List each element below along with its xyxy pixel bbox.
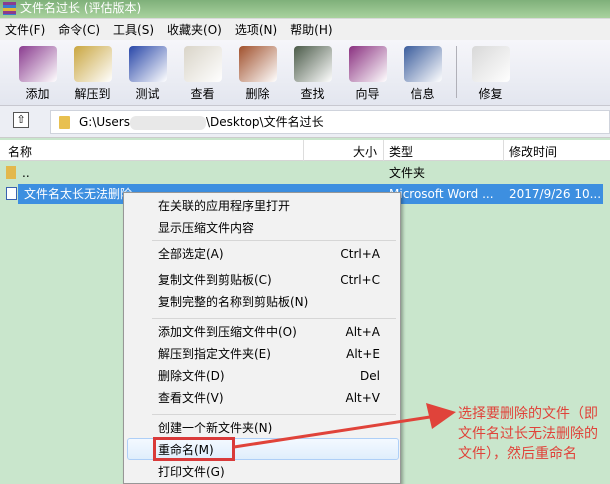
path-suffix: \Desktop\文件名过长 — [206, 115, 324, 129]
menu-shortcut: Ctrl+C — [340, 273, 380, 287]
window-title: 文件名过长 (评估版本) — [20, 1, 142, 15]
menu-commands[interactable]: 命令(C) — [58, 21, 100, 38]
toolbar-button-find[interactable]: 查找 — [285, 40, 340, 105]
toolbar-button-repair[interactable]: 修复 — [463, 40, 518, 105]
context-menu-item[interactable]: 打印文件(G) — [158, 462, 225, 482]
add-archive-icon — [18, 46, 57, 82]
menu-shortcut: Alt+A — [345, 325, 380, 339]
toolbar-label: 解压到 — [74, 87, 111, 101]
annotation-text: 选择要删除的文件（即文件名过长无法删除的文件），然后重命名 — [458, 406, 598, 462]
toolbar-button-wizard[interactable]: 向导 — [340, 40, 395, 105]
context-menu-item[interactable]: 复制文件到剪贴板(C) — [158, 270, 272, 290]
list-item-parent[interactable]: .. 文件夹 — [0, 163, 610, 183]
row-type: Microsoft Word ... — [389, 187, 494, 201]
path-field[interactable]: G:\Users \Desktop\文件名过长 — [50, 110, 610, 134]
context-menu-item[interactable]: 在关联的应用程序里打开 — [158, 196, 290, 216]
repair-icon — [471, 46, 510, 82]
column-size[interactable]: 大小 — [353, 143, 377, 160]
toolbar-button-extract[interactable]: 解压到 — [65, 40, 120, 105]
context-menu-item[interactable]: 删除文件(D) — [158, 366, 225, 386]
menu-tools[interactable]: 工具(S) — [113, 21, 154, 38]
row-modified: 2017/9/26 10... — [509, 187, 602, 201]
winrar-app-icon — [3, 2, 16, 15]
toolbar-label: 修复 — [478, 87, 503, 101]
context-menu-item[interactable]: 添加文件到压缩文件中(O) — [158, 322, 297, 342]
menu-bar: 文件(F) 命令(C) 工具(S) 收藏夹(O) 选项(N) 帮助(H) — [0, 18, 610, 40]
column-modified[interactable]: 修改时间 — [509, 143, 557, 160]
toolbar-label: 信息 — [410, 87, 435, 101]
find-icon — [293, 46, 332, 82]
path-prefix: G:\Users — [79, 115, 130, 129]
row-name: 文件名太长无法删除 — [24, 187, 133, 201]
view-icon — [183, 46, 222, 82]
toolbar-label: 查看 — [190, 87, 215, 101]
toolbar-separator — [456, 46, 457, 98]
menu-options[interactable]: 选项(N) — [235, 21, 277, 38]
context-menu-item[interactable]: 查看文件(V) — [158, 388, 224, 408]
menu-shortcut: Ctrl+A — [340, 247, 380, 261]
row-name: .. — [22, 166, 30, 180]
delete-icon — [238, 46, 277, 82]
folder-icon — [6, 166, 16, 179]
extract-icon — [73, 46, 112, 82]
up-folder-button[interactable]: ⇧ — [13, 112, 29, 128]
wizard-icon — [348, 46, 387, 82]
toolbar-button-test[interactable]: 测试 — [120, 40, 175, 105]
column-type[interactable]: 类型 — [389, 143, 413, 160]
annotation-arrow — [233, 403, 456, 449]
toolbar-label: 添加 — [25, 87, 50, 101]
row-type: 文件夹 — [389, 166, 426, 180]
word-document-icon — [6, 187, 17, 200]
toolbar-label: 删除 — [245, 87, 270, 101]
toolbar-label: 向导 — [355, 87, 380, 101]
menu-help[interactable]: 帮助(H) — [290, 21, 332, 38]
menu-separator — [152, 240, 396, 241]
title-bar: 文件名过长 (评估版本) — [0, 0, 610, 18]
column-name[interactable]: 名称 — [8, 143, 32, 160]
context-menu-item[interactable]: 全部选定(A) — [158, 244, 224, 264]
highlight-box — [153, 437, 235, 461]
menu-separator — [152, 318, 396, 319]
context-menu-item[interactable]: 解压到指定文件夹(E) — [158, 344, 271, 364]
menu-file[interactable]: 文件(F) — [5, 21, 45, 38]
menu-shortcut: Alt+E — [346, 347, 380, 361]
column-header: 名称 大小 类型 修改时间 — [0, 140, 610, 161]
toolbar-button-add-archive[interactable]: 添加 — [10, 40, 65, 105]
info-icon — [403, 46, 442, 82]
toolbar-button-view[interactable]: 查看 — [175, 40, 230, 105]
blurred-username — [130, 115, 206, 130]
menu-shortcut: Del — [360, 369, 380, 383]
toolbar-button-delete[interactable]: 删除 — [230, 40, 285, 105]
context-menu-item[interactable]: 复制完整的名称到剪贴板(N) — [158, 292, 308, 312]
test-icon — [128, 46, 167, 82]
toolbar: 添加 解压到 测试 查看 删除 查找 向导 信息 修复 — [0, 40, 610, 106]
toolbar-button-info[interactable]: 信息 — [395, 40, 450, 105]
menu-favorites[interactable]: 收藏夹(O) — [167, 21, 222, 38]
toolbar-label: 查找 — [300, 87, 325, 101]
context-menu-item[interactable]: 显示压缩文件内容 — [158, 218, 254, 238]
folder-icon — [59, 116, 70, 129]
toolbar-label: 测试 — [135, 87, 160, 101]
